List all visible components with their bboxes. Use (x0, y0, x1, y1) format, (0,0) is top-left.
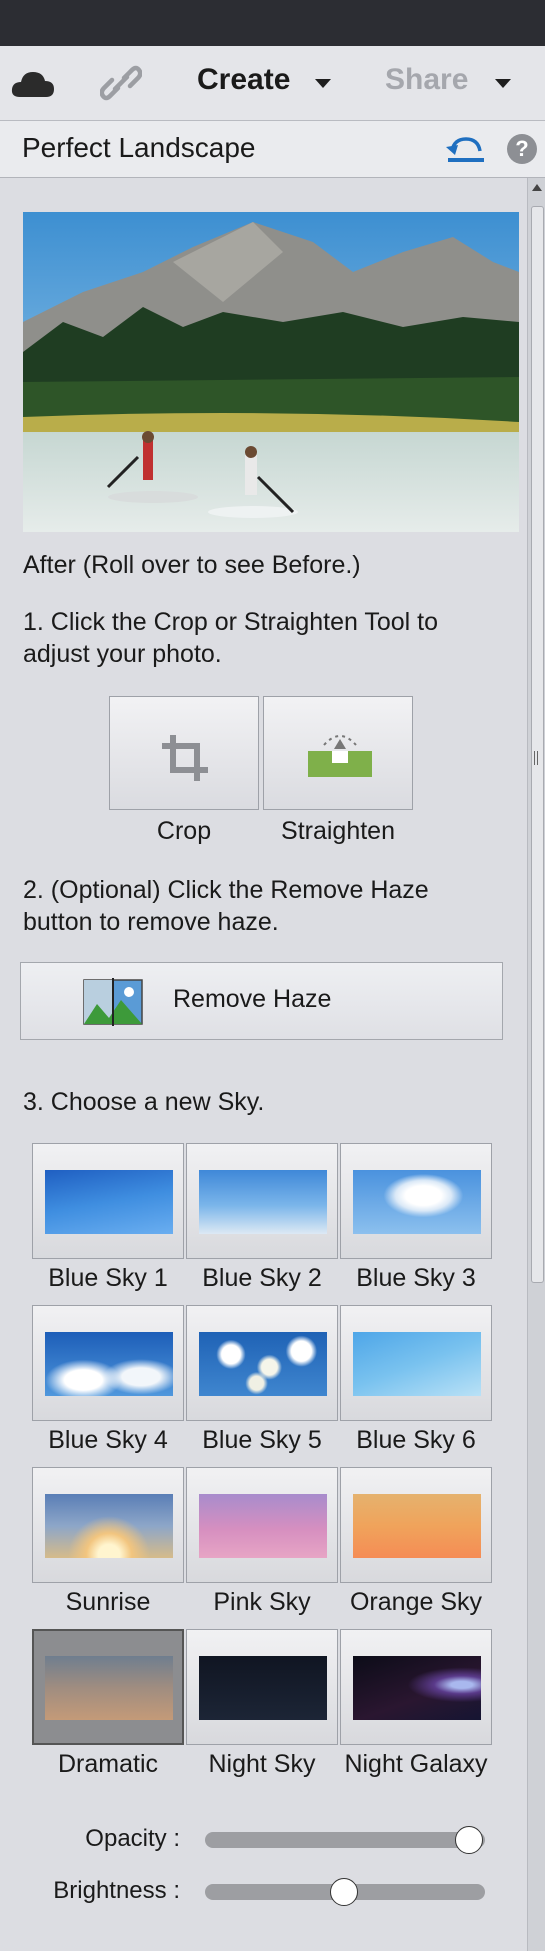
sky-thumbnail (199, 1494, 327, 1558)
sky-thumbnail (353, 1494, 481, 1558)
scroll-grip-icon (534, 751, 540, 765)
sky-blue-sky-1[interactable] (32, 1143, 184, 1259)
after-caption: After (Roll over to see Before.) (23, 551, 361, 579)
straighten-button[interactable] (263, 696, 413, 810)
sky-label: Blue Sky 6 (356, 1426, 476, 1454)
sky-thumbnail (45, 1170, 173, 1234)
sky-label: Pink Sky (213, 1588, 311, 1616)
sky-label: Blue Sky 2 (202, 1264, 322, 1292)
share-dropdown-caret-icon[interactable] (495, 79, 511, 88)
sky-pink-sky[interactable] (186, 1467, 338, 1583)
sky-night-sky[interactable] (186, 1629, 338, 1745)
share-menu-label[interactable]: Share (385, 63, 468, 97)
sky-orange-sky[interactable] (340, 1467, 492, 1583)
sky-label: Sunrise (65, 1588, 151, 1616)
brightness-slider-knob[interactable] (330, 1878, 358, 1906)
remove-haze-icon (83, 978, 143, 1026)
sky-dramatic[interactable] (32, 1629, 184, 1745)
sky-label: Blue Sky 5 (202, 1426, 322, 1454)
sky-thumbnail (199, 1170, 327, 1234)
panel-title: Perfect Landscape (22, 132, 256, 163)
straighten-icon (308, 735, 372, 777)
scroll-thumb[interactable] (531, 206, 544, 1283)
sky-label: Dramatic (57, 1750, 158, 1778)
opacity-slider-knob[interactable] (455, 1826, 483, 1854)
brightness-label: Brightness : (53, 1877, 180, 1904)
step3-instruction: 3. Choose a new Sky. (23, 1088, 265, 1116)
sky-blue-sky-3[interactable] (340, 1143, 492, 1259)
crop-button[interactable] (109, 696, 259, 810)
remove-haze-label: Remove Haze (173, 985, 332, 1013)
straighten-label: Straighten (281, 817, 395, 845)
create-dropdown-caret-icon[interactable] (315, 79, 331, 88)
panel-scrollbar[interactable] (527, 178, 545, 1951)
top-toolbar: Create Share (0, 46, 545, 121)
sky-thumbnail (45, 1656, 173, 1720)
landscape-image (23, 212, 519, 532)
sky-night-galaxy[interactable] (340, 1629, 492, 1745)
cloud-icon[interactable] (10, 69, 56, 99)
sky-blue-sky-2[interactable] (186, 1143, 338, 1259)
help-icon[interactable]: ? (507, 134, 537, 164)
sky-label: Orange Sky (349, 1588, 482, 1616)
create-menu-label[interactable]: Create (197, 63, 290, 97)
scroll-up-arrow-icon[interactable] (532, 184, 542, 191)
crop-icon (162, 735, 208, 781)
link-icon[interactable] (100, 62, 142, 104)
sky-label: Blue Sky 1 (48, 1264, 168, 1292)
sky-blue-sky-6[interactable] (340, 1305, 492, 1421)
step2-instruction: 2. (Optional) Click the Remove Haze butt… (23, 876, 429, 936)
sky-thumbnail (45, 1332, 173, 1396)
sky-label: Night Galaxy (344, 1750, 488, 1778)
reset-icon[interactable] (446, 133, 486, 165)
sky-blue-sky-5[interactable] (186, 1305, 338, 1421)
panel-header: Perfect Landscape ? (0, 121, 545, 178)
sky-thumbnail (353, 1332, 481, 1396)
sky-label: Blue Sky 4 (48, 1426, 168, 1454)
preview-photo[interactable] (23, 212, 519, 532)
sky-thumbnail (199, 1332, 327, 1396)
sky-label: Blue Sky 3 (356, 1264, 476, 1292)
opacity-label: Opacity : (85, 1825, 180, 1852)
sky-thumbnail (199, 1656, 327, 1720)
crop-label: Crop (156, 817, 212, 845)
remove-haze-button[interactable]: Remove Haze (20, 962, 503, 1040)
sky-thumbnail (45, 1494, 173, 1558)
sky-thumbnail (353, 1170, 481, 1234)
step1-instruction: 1. Click the Crop or Straighten Tool to … (23, 608, 439, 668)
opacity-slider-track[interactable] (205, 1832, 485, 1848)
sky-blue-sky-4[interactable] (32, 1305, 184, 1421)
sky-label: Night Sky (208, 1750, 316, 1778)
window-title-bar (0, 0, 545, 46)
sky-thumbnail (353, 1656, 481, 1720)
sky-sunrise[interactable] (32, 1467, 184, 1583)
